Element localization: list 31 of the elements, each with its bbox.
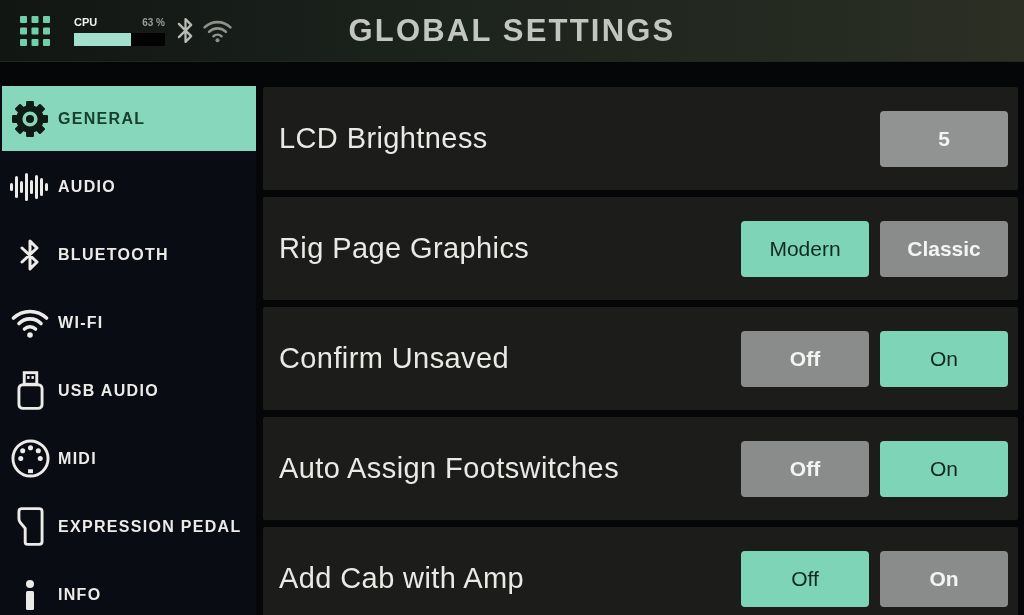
info-icon bbox=[24, 579, 36, 610]
setting-label: Add Cab with Amp bbox=[279, 562, 524, 595]
setting-label: Auto Assign Footswitches bbox=[279, 452, 620, 485]
setting-label: Confirm Unsaved bbox=[279, 342, 510, 375]
expression-pedal-icon bbox=[16, 507, 44, 546]
usb-stick-icon bbox=[16, 371, 44, 410]
page-title: GLOBAL SETTINGS bbox=[348, 12, 676, 49]
sidebar-item[interactable]: BLUETOOTH bbox=[2, 222, 256, 287]
midi-connector-icon bbox=[10, 439, 50, 478]
option-button[interactable]: On bbox=[880, 440, 1008, 497]
sidebar-item[interactable]: EXPRESSION PEDAL bbox=[2, 494, 256, 559]
sidebar-item[interactable]: INFO bbox=[2, 562, 256, 615]
setting-label: LCD Brightness bbox=[279, 122, 488, 155]
sidebar-item[interactable]: AUDIO bbox=[2, 154, 256, 219]
option-button[interactable]: Modern bbox=[741, 220, 869, 277]
wifi-icon bbox=[203, 18, 232, 43]
apps-grid-icon[interactable] bbox=[20, 15, 50, 46]
gear-icon bbox=[12, 100, 48, 137]
sidebar-item[interactable]: MIDI bbox=[2, 426, 256, 491]
cpu-label: CPU bbox=[74, 15, 98, 28]
sidebar-item[interactable]: USB AUDIO bbox=[2, 358, 256, 423]
sidebar-item[interactable]: GENERAL bbox=[2, 86, 256, 151]
wifi-icon bbox=[11, 307, 49, 338]
sidebar-item[interactable]: WI-FI bbox=[2, 290, 256, 355]
waveform-icon bbox=[10, 171, 50, 202]
bluetooth-icon bbox=[20, 238, 40, 271]
bluetooth-icon bbox=[177, 16, 194, 45]
option-button[interactable]: Off bbox=[741, 550, 869, 607]
cpu-reading: 63 % bbox=[142, 16, 165, 29]
option-button[interactable]: On bbox=[880, 330, 1008, 387]
setting-label: Rig Page Graphics bbox=[279, 232, 530, 265]
